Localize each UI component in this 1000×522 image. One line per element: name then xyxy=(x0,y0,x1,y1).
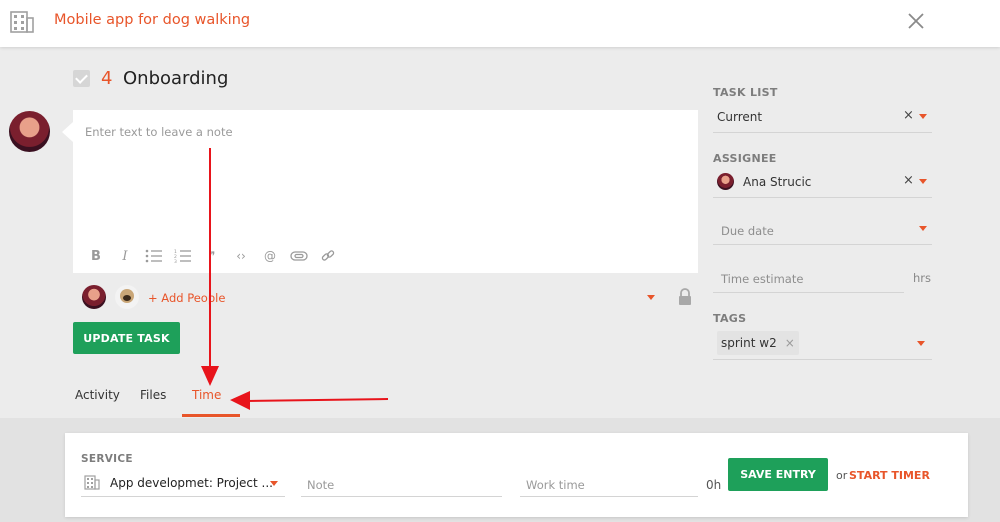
work-time-input[interactable]: Work time xyxy=(520,469,698,497)
due-date-placeholder: Due date xyxy=(721,224,774,238)
or-label: or xyxy=(836,469,848,482)
chevron-down-icon[interactable] xyxy=(919,114,927,119)
work-time-placeholder: Work time xyxy=(526,478,585,492)
update-task-button[interactable]: UPDATE TASK xyxy=(73,322,180,354)
hrs-unit: hrs xyxy=(913,271,932,285)
assignee-label: ASSIGNEE xyxy=(713,152,777,165)
note-notch xyxy=(62,122,73,142)
chevron-down-icon[interactable] xyxy=(919,179,927,184)
tab-activity[interactable]: Activity xyxy=(75,388,120,402)
time-note-input[interactable]: Note xyxy=(301,469,502,497)
formatting-toolbar: B I 123 ❞ ‹› @ xyxy=(83,246,344,266)
tags-label: TAGS xyxy=(713,312,747,325)
task-title[interactable]: Onboarding xyxy=(123,68,228,89)
assignee-select[interactable]: Ana Strucic × xyxy=(713,166,932,198)
due-date-select[interactable]: Due date xyxy=(713,213,932,245)
clear-icon[interactable]: × xyxy=(903,108,914,123)
bold-icon[interactable]: B xyxy=(83,246,109,266)
start-timer-link[interactable]: START TIMER xyxy=(849,469,930,482)
tab-time[interactable]: Time xyxy=(192,388,221,402)
building-icon xyxy=(84,475,100,490)
clear-icon[interactable]: × xyxy=(903,173,914,188)
follower-avatar xyxy=(82,285,106,309)
lock-icon[interactable] xyxy=(678,288,692,306)
remove-tag-icon[interactable]: × xyxy=(785,336,795,350)
italic-icon[interactable]: I xyxy=(112,246,138,266)
bullet-list-icon[interactable] xyxy=(141,246,167,266)
service-select[interactable]: App developmet: Project ... xyxy=(81,469,285,497)
chevron-down-icon[interactable] xyxy=(270,481,278,486)
task-number: 4 xyxy=(101,68,113,89)
add-people-link[interactable]: + Add People xyxy=(148,291,225,305)
chevron-down-icon[interactable] xyxy=(917,341,925,346)
note-editor[interactable]: Enter text to leave a note B I 123 ❞ ‹› … xyxy=(73,110,698,273)
chevron-down-icon[interactable] xyxy=(647,295,655,300)
note-placeholder: Enter text to leave a note xyxy=(85,125,233,139)
quote-icon[interactable]: ❞ xyxy=(199,246,225,266)
attachment-icon[interactable] xyxy=(286,246,312,266)
numbered-list-icon[interactable]: 123 xyxy=(170,246,196,266)
tag-label: sprint w2 xyxy=(721,336,777,350)
chevron-down-icon[interactable] xyxy=(919,226,927,231)
task-list-value: Current xyxy=(717,110,763,124)
tab-files[interactable]: Files xyxy=(140,388,166,402)
assignee-avatar xyxy=(717,173,734,190)
note-placeholder: Note xyxy=(307,478,335,492)
project-title[interactable]: Mobile app for dog walking xyxy=(54,12,250,28)
task-list-label: TASK LIST xyxy=(713,86,778,99)
task-list-select[interactable]: Current × xyxy=(713,101,932,133)
service-label: SERVICE xyxy=(81,453,133,465)
assignee-value: Ana Strucic xyxy=(743,175,812,189)
building-icon xyxy=(10,11,34,33)
tag-chip: sprint w2 × xyxy=(717,331,799,355)
tags-select[interactable]: sprint w2 × xyxy=(713,326,932,360)
mention-icon[interactable]: @ xyxy=(257,246,283,266)
user-avatar xyxy=(9,111,50,152)
header-bar: Mobile app for dog walking xyxy=(0,0,1000,47)
svg-text:3: 3 xyxy=(174,259,177,263)
active-tab-indicator xyxy=(182,414,240,417)
time-entry-card: SERVICE App developmet: Project ... Note… xyxy=(65,433,968,517)
service-value: App developmet: Project ... xyxy=(110,476,273,490)
code-icon[interactable]: ‹› xyxy=(228,246,254,266)
time-estimate-input[interactable]: Time estimate xyxy=(713,261,904,293)
close-icon[interactable] xyxy=(904,9,928,33)
total-time: 0h xyxy=(706,478,722,492)
save-entry-button[interactable]: SAVE ENTRY xyxy=(728,458,828,491)
time-estimate-placeholder: Time estimate xyxy=(721,272,804,286)
task-complete-checkbox[interactable] xyxy=(73,70,90,87)
follower-avatar-pug xyxy=(115,285,139,309)
followers-row: + Add People xyxy=(73,284,698,312)
link-icon[interactable] xyxy=(315,246,341,266)
